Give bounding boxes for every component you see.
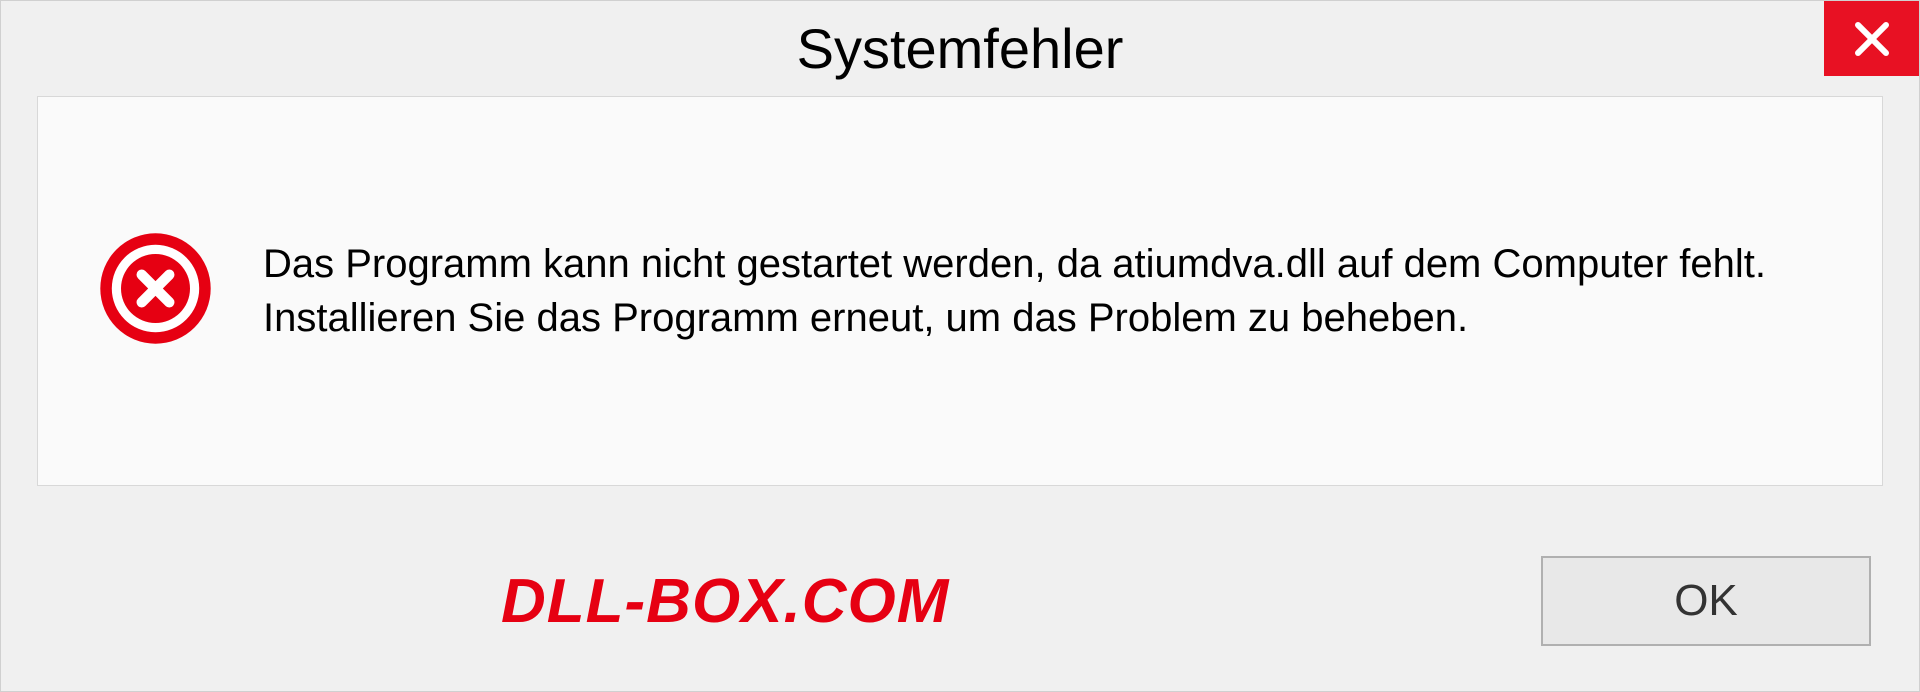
error-icon	[98, 231, 213, 351]
ok-button[interactable]: OK	[1541, 556, 1871, 646]
dialog-footer: DLL-BOX.COM OK	[1, 541, 1919, 661]
close-icon	[1852, 19, 1892, 59]
error-dialog: Systemfehler Das Programm kann nicht ges…	[0, 0, 1920, 692]
content-panel: Das Programm kann nicht gestartet werden…	[37, 96, 1883, 486]
error-message: Das Programm kann nicht gestartet werden…	[263, 237, 1822, 345]
close-button[interactable]	[1824, 1, 1919, 76]
dialog-title: Systemfehler	[797, 16, 1124, 81]
title-bar: Systemfehler	[1, 1, 1919, 96]
watermark-text: DLL-BOX.COM	[501, 566, 949, 637]
